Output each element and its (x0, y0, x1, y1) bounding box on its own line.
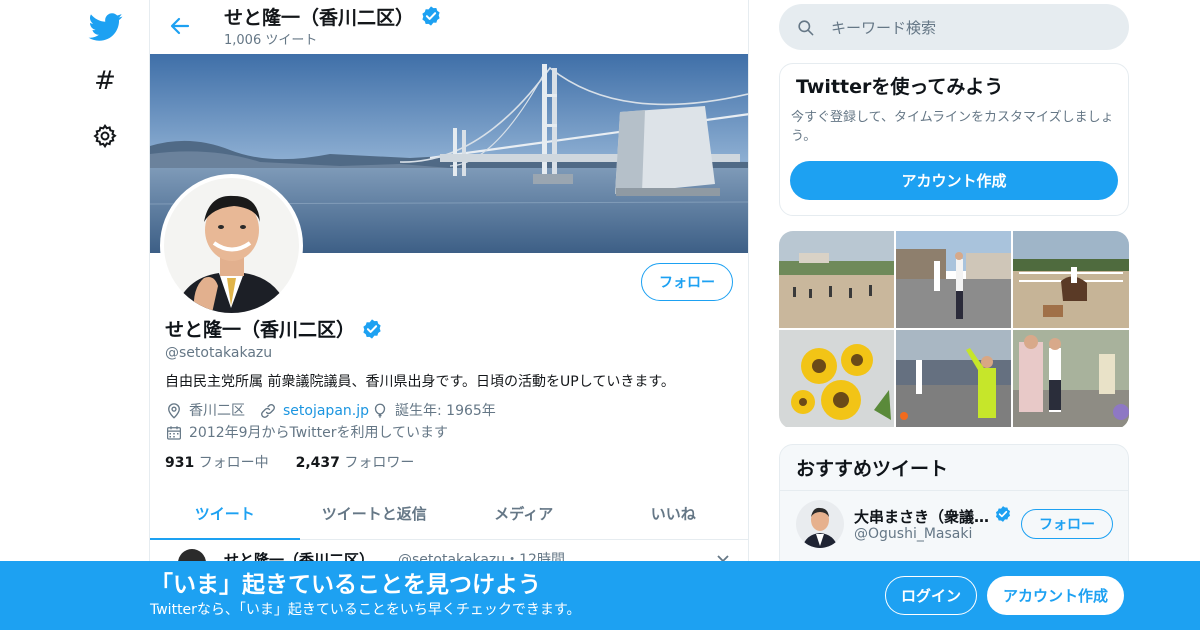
tweet-item[interactable]: せと隆一（香川二区） @setotakakazu・12時間 (150, 541, 748, 563)
follow-stats: 931 フォロー中 2,437 フォロワー (165, 453, 414, 473)
tab-media[interactable]: メディア (449, 488, 599, 539)
bottom-bar-title: 「いま」起きていることを見つけよう (150, 572, 541, 598)
recommended-user-avatar[interactable] (796, 500, 844, 548)
tab-tweets[interactable]: ツイート (150, 488, 300, 540)
media-thumbnail[interactable] (896, 231, 1011, 328)
twitter-logo-icon[interactable] (88, 10, 124, 44)
balloon-icon (374, 403, 386, 418)
profile-tabs: ツイート ツイートと返信 メディア いいね (150, 488, 748, 540)
profile-name: せと隆一（香川二区） (165, 317, 383, 347)
verified-badge-icon (361, 318, 383, 347)
media-thumbnail[interactable] (896, 330, 1011, 427)
link-icon (261, 404, 275, 418)
signup-button[interactable]: アカウント作成 (987, 576, 1124, 615)
recommended-follow-button[interactable]: フォロー (1021, 509, 1113, 539)
create-account-button[interactable]: アカウント作成 (790, 161, 1118, 200)
profile-bio: 自由民主党所属 前衆議院議員、香川県出身です。日頃の活動をUPしていきます。 (165, 374, 675, 390)
profile-birthday: 誕生年: 1965年 (371, 401, 496, 421)
calendar-icon (167, 426, 181, 440)
following-count: 931 (165, 455, 195, 471)
follow-button[interactable]: フォロー (641, 263, 733, 301)
location-text: 香川二区 (189, 403, 245, 419)
tab-tweets-replies[interactable]: ツイートと返信 (300, 488, 450, 539)
signup-card-description: 今すぐ登録して、タイムラインをカスタマイズしましょう。 (791, 110, 1114, 144)
following-label: フォロー中 (198, 455, 269, 471)
joined-text: 2012年9月からTwitterを利用しています (189, 425, 449, 441)
verified-badge-icon (994, 505, 1012, 527)
media-thumbnail[interactable] (779, 330, 894, 427)
profile-handle: @setotakakazu (165, 345, 273, 361)
header-title: せと隆一（香川二区） (224, 5, 442, 34)
search-icon (798, 19, 814, 35)
verified-badge-icon (420, 5, 442, 34)
recommended-user-name-text: 大串まさき（衆議… (854, 507, 990, 526)
profile-name-text: せと隆一（香川二区） (165, 319, 356, 341)
search-input[interactable]: キーワード検索 (831, 17, 936, 38)
recommended-user-handle: @Ogushi_Masaki (854, 526, 973, 542)
back-arrow-icon[interactable] (168, 14, 192, 38)
hashtag-explore-icon[interactable]: # (92, 66, 118, 96)
recommended-title: おすすめツイート (796, 458, 949, 480)
login-button[interactable]: ログイン (885, 576, 977, 615)
signup-card-title: Twitterを使ってみよう (796, 76, 1004, 98)
signup-card: Twitterを使ってみよう 今すぐ登録して、タイムラインをカスタマイズしましょ… (779, 63, 1129, 216)
column-divider-right (748, 0, 749, 630)
followers-stat[interactable]: 2,437 フォロワー (296, 455, 415, 471)
tab-likes[interactable]: いいね (599, 488, 749, 539)
website-link[interactable]: setojapan.jp (283, 401, 369, 421)
bottom-bar-subtitle: Twitterなら、「いま」起きていることをいち早くチェックできます。 (150, 602, 581, 618)
birthday-text: 誕生年: 1965年 (395, 403, 496, 419)
header-tweet-count: 1,006 ツイート (224, 33, 318, 48)
header-name-text: せと隆一（香川二区） (224, 7, 415, 29)
media-grid (779, 231, 1129, 429)
profile-avatar[interactable] (160, 174, 303, 317)
following-stat[interactable]: 931 フォロー中 (165, 455, 269, 471)
media-thumbnail[interactable] (1013, 330, 1129, 427)
profile-website[interactable]: setojapan.jp (259, 401, 369, 421)
gear-icon[interactable] (92, 123, 118, 149)
divider (780, 490, 1128, 491)
recommended-user-name[interactable]: 大串まさき（衆議… (854, 505, 1012, 527)
media-thumbnail[interactable] (1013, 231, 1129, 328)
followers-label: フォロワー (344, 455, 415, 471)
search-box[interactable]: キーワード検索 (779, 4, 1129, 50)
followers-count: 2,437 (295, 455, 340, 471)
profile-location: 香川二区 (165, 401, 245, 421)
profile-joined: 2012年9月からTwitterを利用しています (165, 423, 448, 443)
media-thumbnail[interactable] (779, 231, 894, 328)
signup-prompt-bar: 「いま」起きていることを見つけよう Twitterなら、「いま」起きていることを… (0, 561, 1200, 630)
location-pin-icon (168, 403, 180, 419)
